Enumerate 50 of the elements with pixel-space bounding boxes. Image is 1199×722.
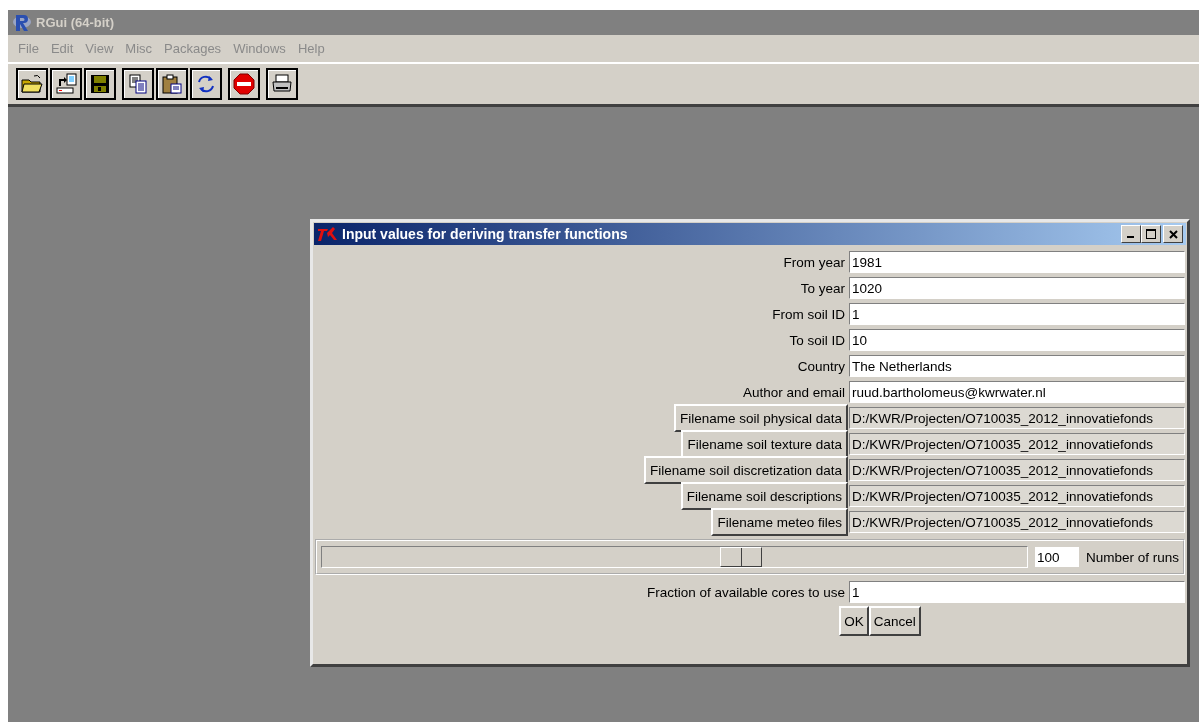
maximize-button[interactable] bbox=[1141, 225, 1161, 243]
input-field[interactable]: 10 bbox=[849, 329, 1185, 351]
window-title: RGui (64-bit) bbox=[36, 15, 114, 30]
r-logo-icon bbox=[12, 12, 32, 33]
number-field[interactable]: 100 bbox=[1033, 546, 1080, 568]
file-button[interactable]: Filename soil physical data bbox=[673, 404, 848, 432]
close-icon bbox=[1168, 229, 1178, 239]
field-label: To soil ID bbox=[789, 332, 846, 348]
file-path-field[interactable]: D:/KWR/Projecten/O710035_2012_innovatiefonds bbox=[849, 433, 1185, 455]
input-field[interactable]: 1981 bbox=[849, 251, 1185, 273]
slider-handle[interactable] bbox=[719, 547, 762, 567]
input-field[interactable]: 1020 bbox=[849, 277, 1185, 299]
input-field[interactable]: 1 bbox=[849, 581, 1185, 603]
field-label: Fraction of available cores to use bbox=[646, 584, 846, 600]
file-path-field[interactable]: D:/KWR/Projecten/O710035_2012_innovatiefonds bbox=[849, 485, 1185, 507]
file-button[interactable]: Filename meteo files bbox=[711, 508, 848, 536]
slider-track[interactable] bbox=[321, 546, 1028, 568]
file-path-field[interactable]: D:/KWR/Projecten/O710035_2012_innovatiefonds bbox=[849, 511, 1185, 533]
file-button[interactable]: Filename soil discretization data bbox=[643, 456, 848, 484]
folder-icon bbox=[20, 72, 44, 96]
input-field[interactable]: ruud.bartholomeus@kwrwater.nl bbox=[849, 381, 1185, 403]
toolbar-button[interactable] bbox=[84, 68, 116, 100]
toolbar-button[interactable] bbox=[16, 68, 48, 100]
input-field[interactable]: 1 bbox=[849, 303, 1185, 325]
minimize-button[interactable] bbox=[1121, 225, 1141, 243]
toolbar-button[interactable] bbox=[50, 68, 82, 100]
field-label: From year bbox=[783, 254, 846, 270]
field-label: From soil ID bbox=[772, 306, 846, 322]
maximize-icon bbox=[1146, 229, 1156, 239]
toolbar-button[interactable] bbox=[122, 68, 154, 100]
field-label: Number of runs bbox=[1085, 549, 1179, 565]
dialog-button[interactable]: OK bbox=[839, 606, 869, 636]
file-button[interactable]: Filename soil texture data bbox=[681, 430, 848, 458]
dialog-title: Input values for deriving transfer functions bbox=[342, 226, 629, 242]
clipboard-icon bbox=[160, 72, 184, 96]
close-button[interactable] bbox=[1163, 225, 1183, 243]
field-label: To year bbox=[800, 280, 846, 296]
field-label: Country bbox=[797, 358, 846, 374]
toolbar-button[interactable] bbox=[156, 68, 188, 100]
file-path-field[interactable]: D:/KWR/Projecten/O710035_2012_innovatiefonds bbox=[849, 459, 1185, 481]
stop-sign-icon bbox=[232, 72, 256, 96]
dialog-button[interactable]: Cancel bbox=[868, 606, 921, 636]
file-button[interactable]: Filename soil descriptions bbox=[680, 482, 848, 510]
toolbar-button[interactable] bbox=[190, 68, 222, 100]
input-field[interactable]: The Netherlands bbox=[849, 355, 1185, 377]
field-label: Author and email bbox=[742, 384, 846, 400]
file-path-field[interactable]: D:/KWR/Projecten/O710035_2012_innovatiefonds bbox=[849, 407, 1185, 429]
copy-icon bbox=[126, 72, 150, 96]
toolbar-button[interactable] bbox=[228, 68, 260, 100]
toolbar-button[interactable] bbox=[266, 68, 298, 100]
